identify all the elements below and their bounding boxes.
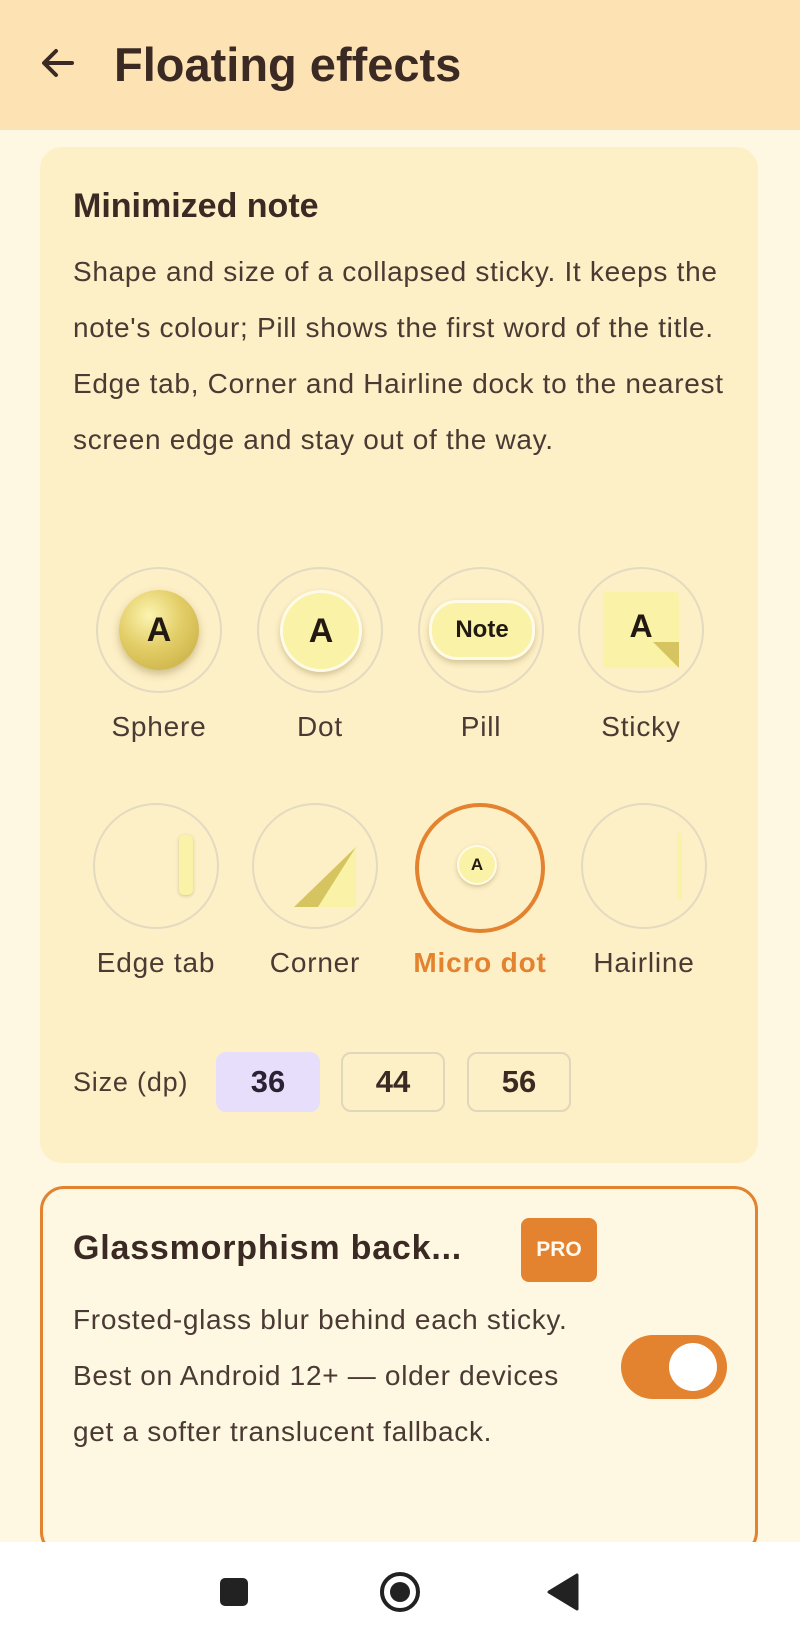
option-label: Dot xyxy=(297,711,343,742)
shape-option-sphere[interactable]: A Sphere xyxy=(79,567,239,797)
section-title: Minimized note xyxy=(73,187,319,225)
glassmorphism-toggle[interactable] xyxy=(621,1335,727,1399)
home-button[interactable] xyxy=(376,1568,424,1616)
nav-back-button[interactable] xyxy=(540,1568,588,1616)
micro-dot-preview: A xyxy=(457,845,497,885)
option-label-selected: Micro dot xyxy=(413,947,547,978)
page-title: Floating effects xyxy=(114,38,462,91)
shape-option-hairline[interactable]: Hairline xyxy=(564,803,724,1033)
option-ring xyxy=(252,803,378,929)
home-circle-icon xyxy=(380,1572,420,1612)
edge-tab-preview xyxy=(179,835,193,895)
shape-option-corner[interactable]: Corner xyxy=(235,803,395,1033)
recents-square-icon xyxy=(220,1578,248,1606)
shape-option-dot[interactable]: A Dot xyxy=(240,567,400,797)
system-nav-bar xyxy=(0,1542,800,1638)
option-ring: A xyxy=(257,567,383,693)
recents-button[interactable] xyxy=(210,1568,258,1616)
corner-preview xyxy=(294,847,356,907)
option-ring: A xyxy=(96,567,222,693)
pro-badge: PRO xyxy=(521,1218,597,1282)
option-ring xyxy=(581,803,707,929)
glassmorphism-title: Glassmorphism back... xyxy=(73,1229,463,1267)
option-label: Edge tab xyxy=(96,947,216,978)
shape-option-micro-dot[interactable]: A Micro dot xyxy=(400,803,560,1033)
shape-option-sticky[interactable]: A Sticky xyxy=(561,567,721,797)
shape-option-edge-tab[interactable]: Edge tab xyxy=(76,803,236,1033)
size-label: Size (dp) xyxy=(73,1067,189,1097)
option-label: Corner xyxy=(269,947,361,978)
section-description: Shape and size of a collapsed sticky. It… xyxy=(73,256,724,455)
size-chip-44[interactable]: 44 xyxy=(341,1052,445,1112)
option-label: Hairline xyxy=(593,947,695,978)
pill-preview: Note xyxy=(429,600,535,660)
option-ring: Note xyxy=(418,567,544,693)
toggle-knob xyxy=(669,1343,717,1391)
option-label: Pill xyxy=(460,711,502,742)
shape-option-pill[interactable]: Note Pill xyxy=(401,567,561,797)
option-ring-selected: A xyxy=(415,803,545,933)
dot-preview: A xyxy=(280,590,362,672)
option-ring xyxy=(93,803,219,929)
back-button[interactable] xyxy=(30,35,86,91)
sphere-preview: A xyxy=(119,590,199,670)
size-chip-36[interactable]: 36 xyxy=(216,1052,320,1112)
hairline-preview xyxy=(677,833,682,899)
arrow-left-icon xyxy=(42,49,74,77)
sticky-fold-corner xyxy=(653,642,679,691)
glassmorphism-description: Frosted-glass blur behind each sticky. B… xyxy=(73,1304,568,1447)
option-label: Sticky xyxy=(601,711,681,742)
option-label: Sphere xyxy=(111,711,207,742)
option-ring: A xyxy=(578,567,704,693)
size-chip-56[interactable]: 56 xyxy=(467,1052,571,1112)
back-triangle-icon xyxy=(547,1573,579,1611)
